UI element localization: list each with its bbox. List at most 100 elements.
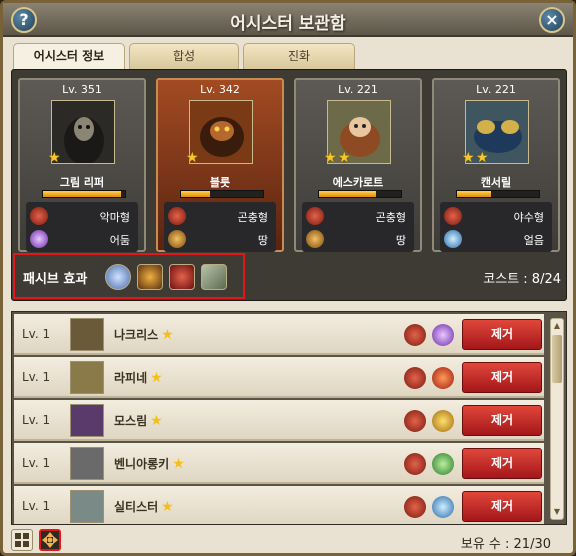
demon-icon [404,453,426,475]
assister-storage-window: ? 어시스터 보관함 × 어시스터 정보 합성 진화 Lv. 351 ★ 그림 … [0,0,576,556]
assister-name: 블릇 [209,176,231,189]
item-portrait [70,404,104,437]
ice-element-icon [432,496,454,518]
assister-name: 캔서릴 [480,176,512,189]
star-icon: ★ [476,150,489,166]
item-name: 모스림 ★ [114,412,163,429]
element-label: 땅 [395,234,406,247]
passive-label: 패시브 효과 [23,272,88,287]
item-name-text: 나크리스 [114,328,159,342]
insect-emblem-icon[interactable] [169,264,195,290]
remove-button[interactable]: 제거 [462,362,542,393]
element-row: 얼음 [444,228,548,250]
exp-bar-fill [457,191,492,197]
item-portrait [70,447,104,480]
scroll-icon[interactable] [201,264,227,290]
reaper-portrait-image [52,101,114,163]
exp-bar-fill [181,191,210,197]
exp-bar-fill [43,191,121,197]
assister-list: Lv. 1 나크리스 ★ 제거 Lv. 1 라피네 ★ 제거 Lv. 1 모스림 ★ … [11,311,567,525]
type-label: 야수형 [513,211,544,224]
item-name: 실티스터 ★ [114,498,174,515]
star-icon: ★ [338,150,351,166]
item-name: 나크리스 ★ [114,326,174,343]
list-item[interactable]: Lv. 1 라피네 ★ 제거 [14,357,544,398]
grid-icon [15,533,29,547]
remove-button[interactable]: 제거 [462,319,542,350]
scroll-up-icon[interactable]: ▲ [552,321,562,331]
owned-count: 보유 수 : 21/30 [460,537,551,552]
star-icon: ★ [150,413,163,429]
move-arrows-icon [42,532,58,548]
attribute-box: 곤충형 땅 [302,202,414,252]
star-icon: ★ [48,150,61,166]
insect-icon [404,324,426,346]
insect-icon [168,207,186,225]
item-name: 라피네 ★ [114,369,163,386]
demon-icon [30,207,48,225]
exp-bar [180,190,264,198]
tab-assister-info[interactable]: 어시스터 정보 [13,43,125,69]
beast-icon [444,207,462,225]
tab-synthesis[interactable]: 합성 [129,43,239,69]
grid-view-button[interactable] [11,529,33,551]
assister-card[interactable]: Lv. 221 ★ ★ 캔서릴 야수형 얼음 [432,78,560,252]
assister-card[interactable]: Lv. 221 ★ ★ 에스카로트 곤충형 땅 [294,78,422,252]
star-icon: ★ [161,327,174,343]
assister-card[interactable]: Lv. 342 ★ 블릇 곤충형 땅 [156,78,284,252]
list-scrollbar[interactable]: ▲ ▼ [550,318,564,520]
insect-icon [404,367,426,389]
tab-evolution[interactable]: 진화 [243,43,355,69]
element-label: 어둠 [109,234,130,247]
assister-level: Lv. 221 [338,83,378,96]
insect-icon [306,207,324,225]
type-label: 악마형 [99,211,130,224]
star-icon: ★ [172,456,185,472]
list-item[interactable]: Lv. 1 나크리스 ★ 제거 [14,314,544,355]
item-name-text: 벤니아롱키 [114,457,170,471]
insect-icon [404,496,426,518]
list-item[interactable]: Lv. 1 모스림 ★ 제거 [14,400,544,441]
remove-button[interactable]: 제거 [462,405,542,436]
exp-bar [456,190,540,198]
item-level: Lv. 1 [22,499,51,513]
move-button[interactable] [39,529,61,551]
element-label: 얼음 [523,234,544,247]
type-label: 곤충형 [237,211,268,224]
passive-effect-box: 패시브 효과 [13,253,245,299]
assister-name: 에스카로트 [332,176,384,189]
attribute-box: 곤충형 땅 [164,202,276,252]
item-portrait [70,361,104,394]
close-icon: × [545,10,559,29]
element-row: 땅 [168,228,272,250]
dark-element-icon [432,324,454,346]
earth-element-icon [306,230,324,248]
star-icon: ★ [186,150,199,166]
type-label: 곤충형 [375,211,406,224]
exp-bar [42,190,126,198]
scroll-down-icon[interactable]: ▼ [552,507,562,517]
scrollbar-thumb[interactable] [552,335,562,383]
earth-orb-icon[interactable] [137,264,163,290]
cost-label: 코스트 : 8/24 [483,272,561,287]
insect-icon [404,410,426,432]
element-row: 땅 [306,228,410,250]
exp-bar [318,190,402,198]
type-row: 악마형 [30,205,134,227]
poison-element-icon [432,453,454,475]
lightning-element-icon [432,410,454,432]
hexagram-icon[interactable] [105,264,131,290]
exp-bar-fill [319,191,377,197]
fire-element-icon [432,367,454,389]
close-button[interactable]: × [539,7,565,33]
list-item[interactable]: Lv. 1 벤니아롱키 ★ 제거 [14,443,544,484]
assister-card[interactable]: Lv. 351 ★ 그림 리퍼 악마형 어둠 [18,78,146,252]
list-item[interactable]: Lv. 1 실티스터 ★ 제거 [14,486,544,524]
blut-portrait-image [190,101,252,163]
remove-button[interactable]: 제거 [462,448,542,479]
item-name-text: 라피네 [114,371,148,385]
attribute-box: 악마형 어둠 [26,202,138,252]
remove-button[interactable]: 제거 [462,491,542,522]
star-icon: ★ [462,150,475,166]
assister-level: Lv. 221 [476,83,516,96]
